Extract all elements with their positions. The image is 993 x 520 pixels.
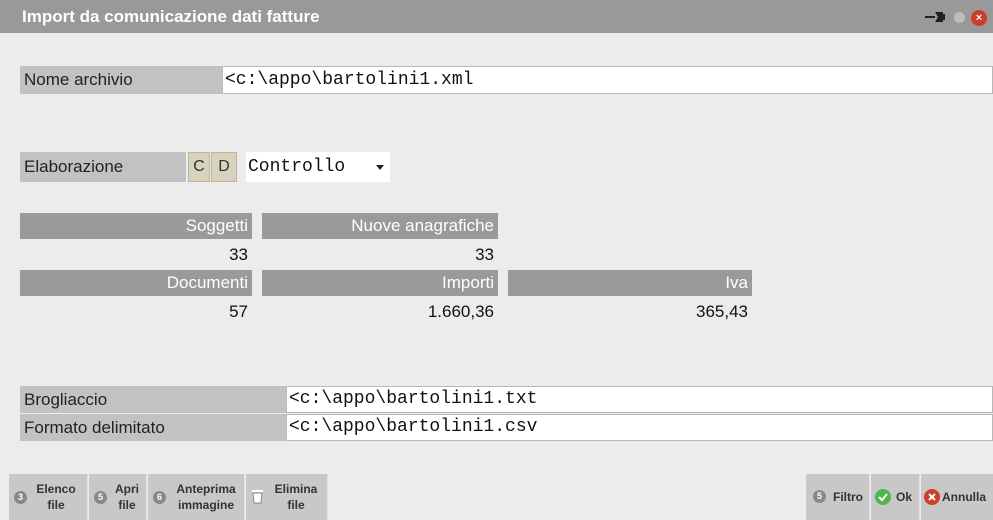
formato-delimitato-label: Formato delimitato bbox=[20, 414, 286, 441]
anteprima-label-line2: immagine bbox=[177, 498, 234, 512]
documenti-value: 57 bbox=[229, 302, 248, 321]
title-bar: Import da comunicazione dati fatture × bbox=[0, 0, 993, 33]
annulla-button[interactable]: Annulla bbox=[921, 474, 993, 520]
ok-label: Ok bbox=[895, 490, 912, 504]
soggetti-value: 33 bbox=[229, 245, 248, 264]
anteprima-label-line1: Anteprima bbox=[176, 482, 236, 496]
window-controls: × bbox=[925, 10, 993, 26]
pin-icon[interactable] bbox=[925, 11, 947, 23]
iva-header: Iva bbox=[508, 270, 752, 296]
filtro-label: Filtro bbox=[833, 490, 863, 504]
apri-file-label-line2: file bbox=[118, 498, 136, 512]
cancel-icon bbox=[924, 489, 940, 505]
key-5-icon: 5 bbox=[813, 490, 826, 503]
filtro-button[interactable]: 5 Filtro bbox=[806, 474, 870, 520]
toggle-d-button[interactable]: D bbox=[211, 152, 237, 182]
nome-archivio-label: Nome archivio bbox=[20, 66, 222, 94]
anteprima-immagine-button[interactable]: 6 Anteprima immagine bbox=[148, 474, 245, 520]
chevron-down-icon bbox=[376, 165, 384, 170]
check-icon bbox=[875, 489, 891, 505]
key-6-icon: 6 bbox=[153, 491, 166, 504]
importi-header: Importi bbox=[262, 270, 498, 296]
toggle-c-button[interactable]: C bbox=[188, 152, 210, 182]
nome-archivio-input[interactable]: <c:\appo\bartolini1.xml bbox=[222, 66, 993, 94]
minimize-icon[interactable] bbox=[954, 12, 965, 23]
documenti-header: Documenti bbox=[20, 270, 252, 296]
apri-file-label-line1: Apri bbox=[115, 482, 139, 496]
nuove-anagrafiche-value: 33 bbox=[475, 245, 494, 264]
elaborazione-selected-value: Controllo bbox=[248, 157, 346, 177]
elimina-file-label-line1: Elimina bbox=[274, 482, 318, 496]
elenco-file-label-line2: file bbox=[47, 498, 65, 512]
brogliaccio-label: Brogliaccio bbox=[20, 386, 286, 413]
formato-delimitato-input[interactable]: <c:\appo\bartolini1.csv bbox=[286, 414, 993, 441]
close-icon[interactable]: × bbox=[971, 10, 987, 26]
elimina-file-button[interactable]: Elimina file bbox=[246, 474, 328, 520]
key-5-icon: 5 bbox=[94, 491, 107, 504]
brogliaccio-input[interactable]: <c:\appo\bartolini1.txt bbox=[286, 386, 993, 413]
elaborazione-select[interactable]: Controllo bbox=[246, 152, 390, 182]
elimina-file-label-line2: file bbox=[287, 498, 305, 512]
annulla-label: Annulla bbox=[942, 490, 986, 504]
elenco-file-label-line1: Elenco bbox=[36, 482, 76, 496]
elenco-file-button[interactable]: 3 Elenco file bbox=[9, 474, 88, 520]
importi-value: 1.660,36 bbox=[427, 302, 494, 321]
nuove-anagrafiche-header: Nuove anagrafiche bbox=[262, 213, 498, 239]
elaborazione-label: Elaborazione bbox=[20, 152, 186, 182]
iva-value: 365,43 bbox=[696, 302, 748, 321]
key-3-icon: 3 bbox=[14, 491, 27, 504]
apri-file-button[interactable]: 5 Apri file bbox=[89, 474, 147, 520]
ok-button[interactable]: Ok bbox=[871, 474, 920, 520]
trash-icon bbox=[252, 490, 263, 504]
soggetti-header: Soggetti bbox=[20, 213, 252, 239]
window-title: Import da comunicazione dati fatture bbox=[22, 7, 320, 26]
